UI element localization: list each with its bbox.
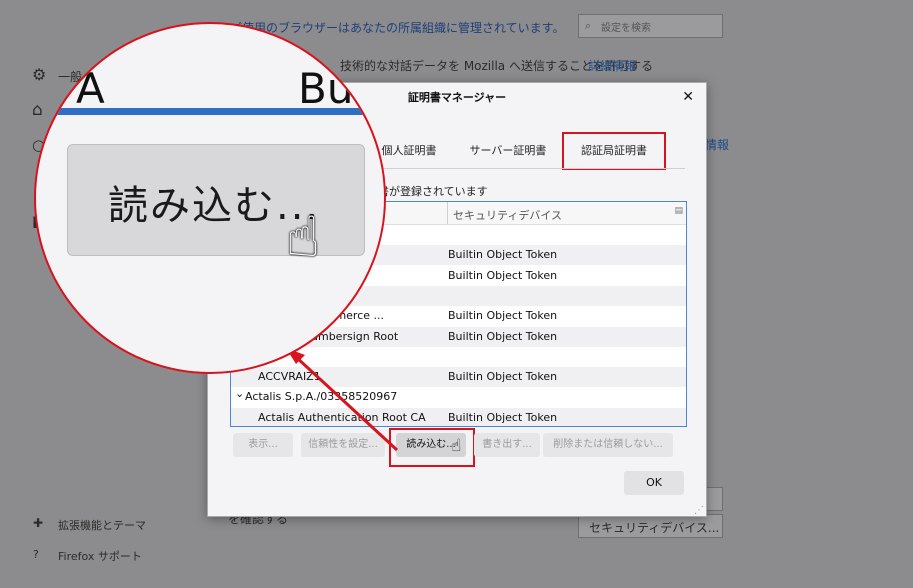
magnified-fragment-left: A	[76, 64, 105, 113]
magnified-hand-cursor-icon: ☝	[286, 205, 321, 270]
magnified-fragment-right: Bu	[298, 64, 354, 113]
magnifier-callout: A Bu 読み込む... ☝	[34, 22, 386, 374]
magnified-selection-bar	[36, 108, 384, 115]
magnified-import-button: 読み込む... ☝	[67, 144, 365, 270]
